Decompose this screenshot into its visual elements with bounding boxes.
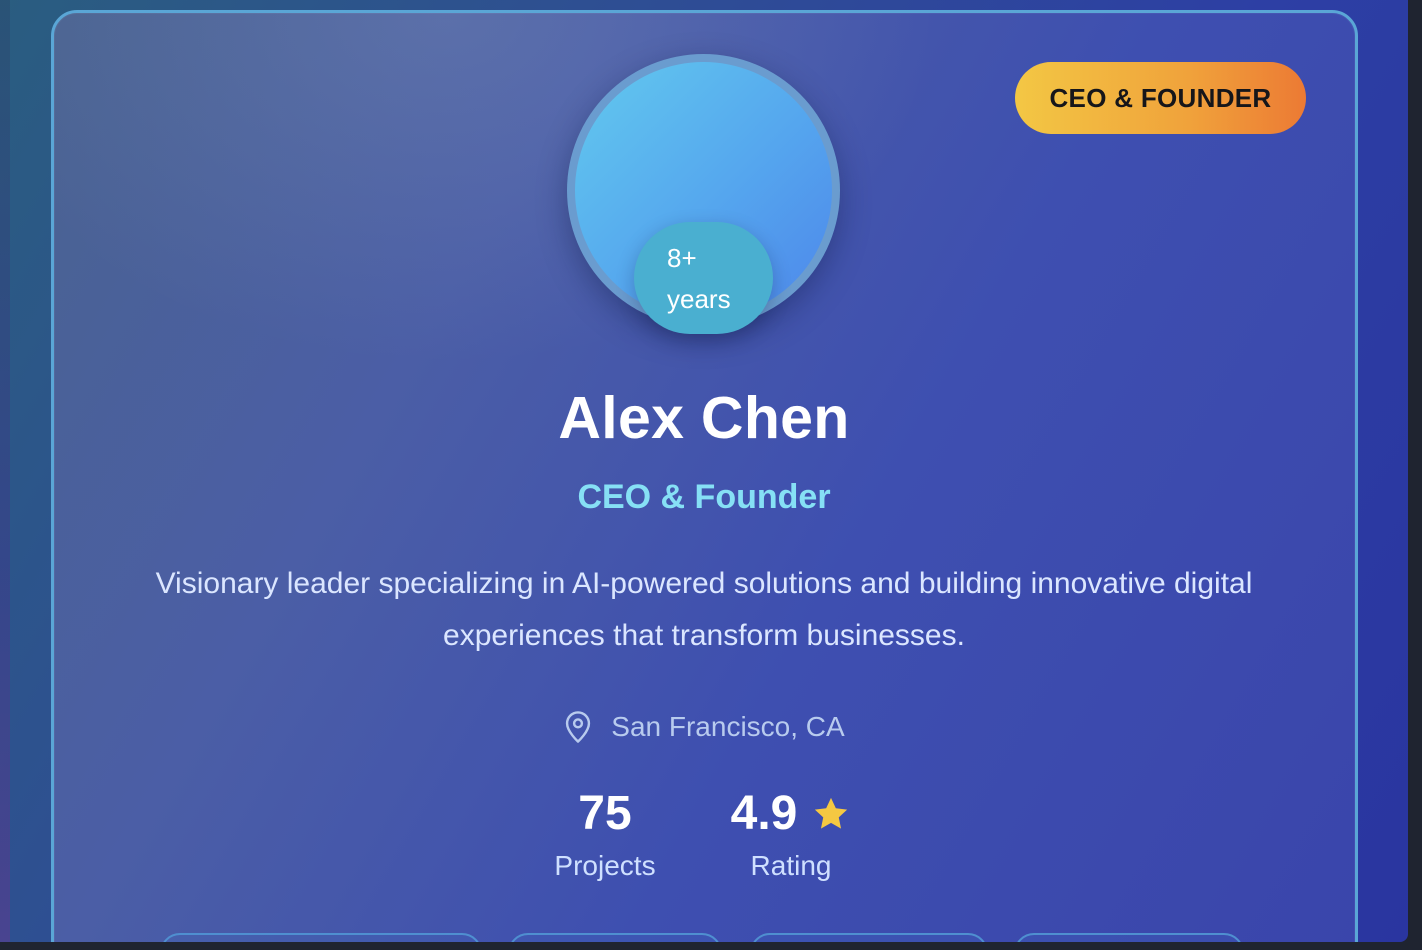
star-icon xyxy=(815,797,848,829)
location-pin-icon xyxy=(566,711,591,743)
experience-badge: 8+ years xyxy=(634,222,773,334)
location-text: San Francisco, CA xyxy=(611,711,845,742)
profile-bio: Visionary leader specializing in AI-powe… xyxy=(155,567,1253,652)
projects-value: 75 xyxy=(578,787,632,840)
action-button-4[interactable] xyxy=(1014,933,1244,942)
rating-value-row: 4.9 xyxy=(716,786,866,842)
stats-row: 75 Projects 4.9 Rating xyxy=(0,786,1408,896)
profile-name: Alex Chen xyxy=(558,385,850,451)
projects-label: Projects xyxy=(554,850,656,881)
location-row: San Francisco, CA xyxy=(0,710,1408,744)
page-background: CEO & FOUNDER 8+ years Alex Chen CEO & F… xyxy=(0,0,1408,942)
profile-role: CEO & Founder xyxy=(577,478,831,516)
action-buttons-row xyxy=(0,933,1408,942)
role-badge-label: CEO & FOUNDER xyxy=(1049,82,1272,113)
experience-unit: years xyxy=(667,284,731,314)
action-button-1[interactable] xyxy=(160,933,482,942)
stat-rating: 4.9 Rating xyxy=(716,786,866,882)
action-button-3[interactable] xyxy=(750,933,988,942)
role-badge: CEO & FOUNDER xyxy=(1015,62,1306,134)
action-button-2[interactable] xyxy=(508,933,722,942)
rating-value: 4.9 xyxy=(730,787,798,840)
experience-value: 8+ xyxy=(667,243,697,273)
rating-label: Rating xyxy=(750,850,832,881)
stat-projects: 75 Projects xyxy=(540,786,670,882)
